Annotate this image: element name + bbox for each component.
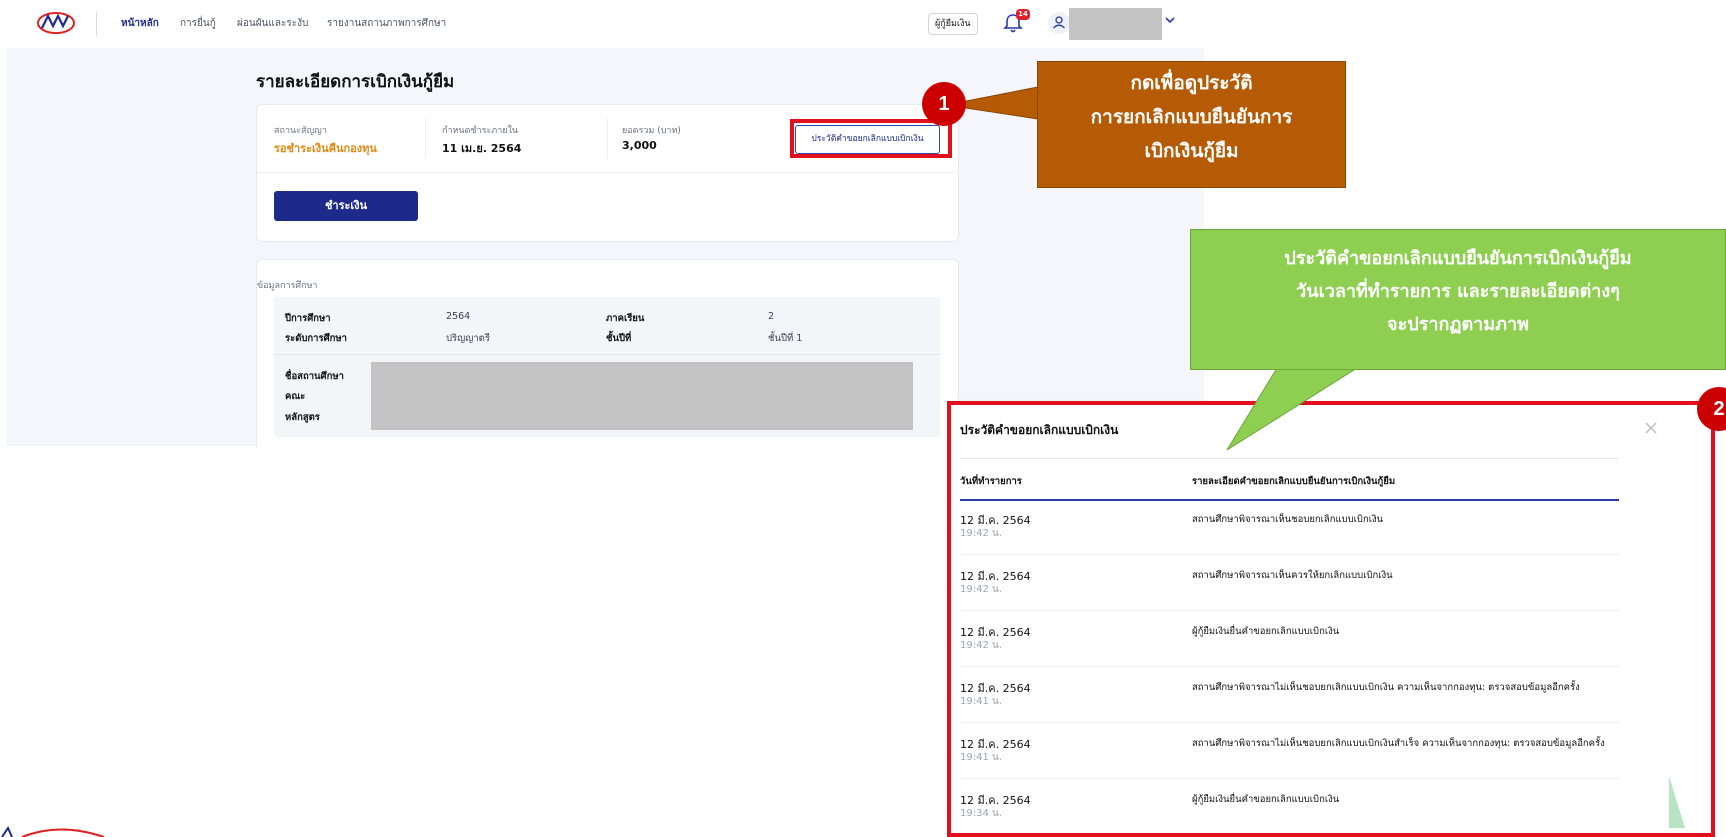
callout-view-history: กดเพื่อดูประวัติ การยกเลิกแบบยืนยันการ เ…: [1037, 61, 1346, 188]
user-avatar[interactable]: [1048, 12, 1070, 34]
card-divider: [257, 172, 956, 173]
history-button-highlight: [790, 119, 952, 158]
grade-year-label: ชั้นปีที่: [606, 333, 632, 344]
summary-divider: [425, 118, 426, 158]
callout-pointer-2: [1226, 367, 1359, 451]
grade-year-value: ชั้นปีที่ 1: [768, 333, 803, 344]
semester-value: 2: [768, 311, 775, 322]
due-date-label: กำหนดชำระภายใน: [442, 126, 519, 136]
summary-divider: [607, 118, 608, 158]
kyslf-logo-icon: [1, 826, 105, 837]
faculty-label: คณะ: [285, 391, 306, 402]
pay-button[interactable]: ชำระเงิน: [274, 191, 418, 221]
callout-line: การยกเลิกแบบยืนยันการ: [1090, 106, 1293, 128]
academic-year-label: ปีการศึกษา: [285, 313, 331, 324]
callout-line: ประวัติคำขอยกเลิกแบบยืนยันการเบิกเงินกู้…: [1284, 248, 1632, 269]
nav-deferment[interactable]: ผ่อนผันและระงับ: [237, 16, 308, 31]
chevron-down-icon[interactable]: [1164, 14, 1176, 26]
academic-year-value: 2564: [446, 311, 471, 322]
callout-line: วันเวลาที่ทำรายการ และรายละเอียดต่างๆ: [1296, 281, 1620, 302]
status-value: รอชำระเงินคืนกองทุน: [274, 142, 377, 155]
nav-divider: [96, 12, 97, 36]
nav-home[interactable]: หน้าหลัก: [121, 16, 159, 31]
page-title: รายละเอียดการเบิกเงินกู้ยืม: [256, 72, 455, 92]
callout-line: จะปรากฏตามภาพ: [1387, 314, 1529, 335]
education-section-title: ข้อมูลการศึกษา: [257, 281, 318, 291]
notification-count-badge: 14: [1016, 9, 1030, 20]
callout-line: กดเพื่อดูประวัติ: [1130, 72, 1253, 94]
user-name-redacted: [1069, 8, 1162, 40]
status-label: สถานะสัญญา: [274, 126, 327, 136]
callout-line: เบิกเงินกู้ยืม: [1144, 140, 1239, 162]
nav-loan-application[interactable]: การยื่นกู้: [180, 16, 216, 31]
education-level-label: ระดับการศึกษา: [285, 333, 347, 344]
role-badge[interactable]: ผู้กู้ยืมเงิน: [928, 13, 978, 35]
education-level-value: ปริญญาตรี: [446, 333, 490, 344]
step-number-badge: 1: [922, 82, 966, 126]
program-label: หลักสูตร: [285, 412, 320, 423]
nav-education-status-report[interactable]: รายงานสถานภาพการศึกษา: [327, 16, 446, 31]
total-amount-value: 3,000: [622, 139, 657, 152]
semester-label: ภาคเรียน: [606, 313, 645, 324]
modal-highlight: [947, 401, 1715, 837]
total-amount-label: ยอดรวม (บาท): [622, 126, 681, 136]
user-icon: [1053, 16, 1065, 29]
callout-history-details: ประวัติคำขอยกเลิกแบบยืนยันการเบิกเงินกู้…: [1190, 229, 1726, 370]
institution-label: ชื่อสถานศึกษา: [285, 371, 344, 382]
grid-divider: [274, 354, 940, 355]
institution-info-redacted: [371, 362, 913, 430]
top-navbar: หน้าหลัก การยื่นกู้ ผ่อนผันและระงับ รายง…: [0, 0, 1204, 48]
kyslf-logo-icon[interactable]: [36, 10, 76, 36]
due-date-value: 11 เม.ย. 2564: [442, 142, 522, 155]
